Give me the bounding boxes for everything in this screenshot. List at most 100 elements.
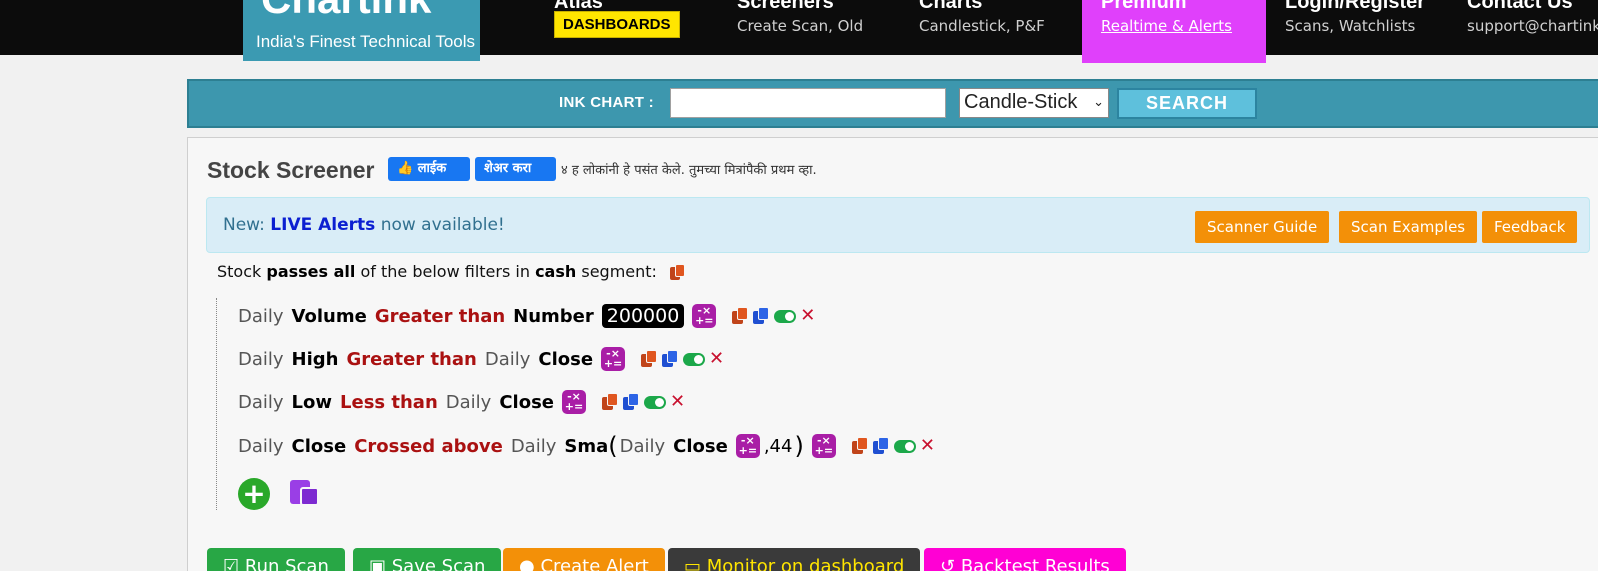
row-actions: ✕ xyxy=(602,393,685,411)
page-title: Stock Screener xyxy=(207,157,375,183)
alert-suffix: now available! xyxy=(380,215,505,235)
nav-login-sub[interactable]: Scans, Watchlists xyxy=(1285,17,1415,35)
operator-token[interactable]: Crossed above xyxy=(354,436,503,457)
run-scan-button[interactable]: ☑ Run Scan xyxy=(207,548,345,571)
field-token[interactable]: High xyxy=(292,349,339,370)
save-scan-button[interactable]: ▣ Save Scan xyxy=(353,548,502,571)
duplicate-icon[interactable] xyxy=(872,437,890,455)
logo-title: Chartink xyxy=(261,0,431,20)
timeframe-token[interactable]: Daily xyxy=(446,392,492,413)
field-token[interactable]: Volume xyxy=(292,306,367,327)
copy-icon[interactable] xyxy=(641,350,658,368)
period-argument[interactable]: ,44 xyxy=(764,436,793,457)
close-icon[interactable]: ✕ xyxy=(920,437,935,455)
symbol-search-input[interactable] xyxy=(670,88,946,118)
scanner-guide-button[interactable]: Scanner Guide xyxy=(1195,211,1330,243)
logo-tagline: India's Finest Technical Tools xyxy=(256,32,476,51)
toggle-icon[interactable] xyxy=(683,352,706,366)
passes-all-selector[interactable]: passes all xyxy=(266,262,355,281)
nav-contact-sub[interactable]: support@chartink xyxy=(1467,17,1598,35)
fb-like-button[interactable]: 👍 लाईक xyxy=(388,157,470,181)
calculator-icon[interactable]: -× += xyxy=(735,434,760,458)
timeframe-token[interactable]: Daily xyxy=(485,349,531,370)
site-logo[interactable]: Chartink India's Finest Technical Tools xyxy=(243,0,480,61)
fb-social-text: ४ ह लोकांनी हे पसंत केले. तुमच्या मित्रा… xyxy=(561,163,817,178)
duplicate-icon[interactable] xyxy=(753,307,770,325)
field-token[interactable]: Close xyxy=(673,436,728,457)
field-token[interactable]: Close xyxy=(292,436,347,457)
nav-premium-sub[interactable]: Realtime & Alerts xyxy=(1101,17,1232,35)
nav-screeners-label: Screeners xyxy=(737,0,834,13)
copy-icon[interactable] xyxy=(732,307,749,325)
timeframe-token[interactable]: Daily xyxy=(511,436,557,457)
chart-type-value: Candle-Stick xyxy=(964,91,1078,113)
fb-share-button[interactable]: शेअर करा xyxy=(475,157,556,181)
indicator-token[interactable]: Sma xyxy=(564,436,608,457)
close-icon[interactable]: ✕ xyxy=(709,350,724,368)
backtest-results-button[interactable]: ↺ Backtest Results xyxy=(924,548,1126,571)
paste-icon[interactable] xyxy=(290,477,320,507)
copy-scan-icon[interactable] xyxy=(670,264,686,281)
save-scan-label: Save Scan xyxy=(391,556,486,571)
timeframe-token[interactable]: Daily xyxy=(238,436,284,457)
row-actions: ✕ xyxy=(641,350,724,368)
duplicate-icon[interactable] xyxy=(623,393,640,411)
row-actions: ✕ xyxy=(851,437,935,455)
filter-row: Daily Low Less than Daily Close -× += ✕ xyxy=(238,387,685,417)
operator-token[interactable]: Greater than xyxy=(346,349,476,370)
nav-contact-label: Contact Us xyxy=(1467,0,1573,13)
toggle-icon[interactable] xyxy=(774,309,797,323)
add-filter-icon[interactable]: + xyxy=(238,478,270,510)
nav-premium[interactable]: Premium Realtime & Alerts xyxy=(1082,0,1266,63)
field-token[interactable]: Close xyxy=(538,349,593,370)
chevron-down-icon: ⌄ xyxy=(1091,94,1104,110)
number-value[interactable]: 200000 xyxy=(601,304,685,328)
dashboards-badge[interactable]: DASHBOARDS xyxy=(554,11,680,38)
field-token[interactable]: Number xyxy=(513,306,594,327)
chart-type-select[interactable]: Candle-Stick ⌄ xyxy=(959,88,1109,118)
timeframe-token[interactable]: Daily xyxy=(238,392,284,413)
timeframe-token[interactable]: Daily xyxy=(620,436,666,457)
operator-token[interactable]: Less than xyxy=(340,392,438,413)
copy-icon[interactable] xyxy=(602,393,619,411)
toggle-icon[interactable] xyxy=(644,395,666,409)
filter-row: Daily High Greater than Daily Close -× +=… xyxy=(238,344,724,374)
nav-premium-label: Premium xyxy=(1101,0,1187,13)
desc-stock: Stock xyxy=(217,262,262,281)
copy-icon[interactable] xyxy=(851,437,869,455)
backtest-results-label: Backtest Results xyxy=(960,556,1110,571)
calculator-icon[interactable]: -× += xyxy=(562,390,586,414)
open-paren: ( xyxy=(608,432,618,460)
close-paren: ) xyxy=(794,432,804,460)
run-scan-label: Run Scan xyxy=(244,556,329,571)
history-icon: ↺ xyxy=(940,556,956,571)
toggle-icon[interactable] xyxy=(893,439,916,453)
list-check-icon: ☑ xyxy=(223,556,240,571)
filter-row: Daily Volume Greater than Number 200000 … xyxy=(238,301,815,331)
close-icon[interactable]: ✕ xyxy=(800,307,815,325)
feedback-button[interactable]: Feedback xyxy=(1482,211,1578,243)
field-token[interactable]: Low xyxy=(292,392,332,413)
nav-charts-sub[interactable]: Candlestick, P&F xyxy=(919,17,1045,35)
desc-segment: segment: xyxy=(581,262,657,281)
close-icon[interactable]: ✕ xyxy=(670,393,685,411)
segment-selector[interactable]: cash xyxy=(535,262,576,281)
nav-screeners-sub[interactable]: Create Scan, Old xyxy=(737,17,863,35)
fb-like-label: लाईक xyxy=(417,161,447,176)
timeframe-token[interactable]: Daily xyxy=(238,349,284,370)
calculator-icon[interactable]: -× += xyxy=(601,347,626,371)
scan-examples-button[interactable]: Scan Examples xyxy=(1339,211,1478,243)
filter-description: Stock passes all of the below filters in… xyxy=(217,262,686,281)
create-alert-button[interactable]: ● Create Alert xyxy=(503,548,665,571)
calculator-icon[interactable]: -× += xyxy=(692,304,717,328)
timeframe-token[interactable]: Daily xyxy=(238,306,284,327)
live-alerts-link[interactable]: LIVE Alerts xyxy=(270,215,375,235)
operator-token[interactable]: Greater than xyxy=(375,306,505,327)
duplicate-icon[interactable] xyxy=(662,350,679,368)
calculator-icon[interactable]: -× += xyxy=(811,434,836,458)
bell-icon: ● xyxy=(519,556,535,571)
search-button[interactable]: SEARCH xyxy=(1117,88,1257,119)
monitor-dashboard-button[interactable]: ▭ Monitor on dashboard xyxy=(668,548,921,571)
field-token[interactable]: Close xyxy=(499,392,554,413)
monitor-dashboard-label: Monitor on dashboard xyxy=(706,556,905,571)
